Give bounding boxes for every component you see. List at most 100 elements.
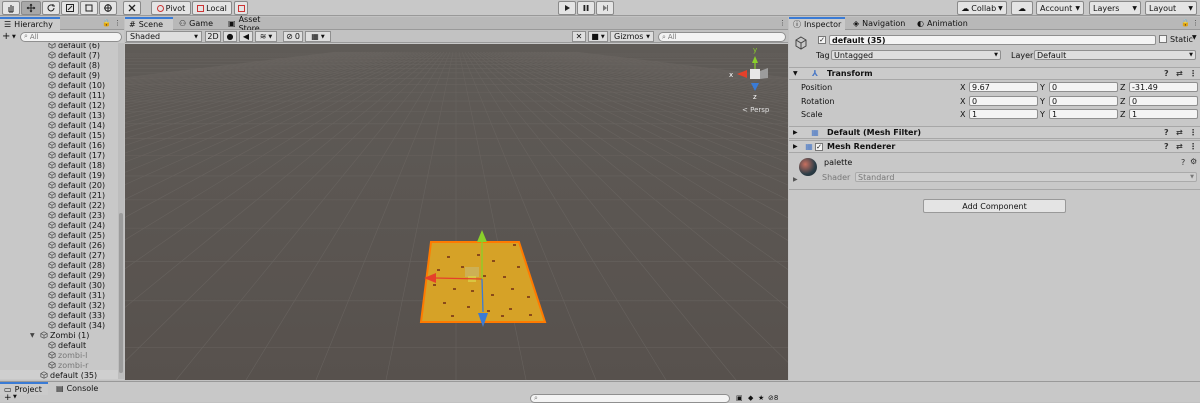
shader-dropdown[interactable]: Standard ▼ — [855, 172, 1197, 182]
mesh-renderer-header[interactable]: ▶ ▦ ✓ Mesh Renderer ? ⇄ ⋮ — [789, 140, 1200, 153]
mesh-renderer-checkbox[interactable]: ✓ — [815, 142, 823, 151]
chevron-down-icon[interactable]: ▼ — [1192, 34, 1197, 41]
step-button[interactable] — [596, 1, 614, 15]
hierarchy-item[interactable]: default (15) — [0, 130, 118, 140]
more-menu-icon[interactable]: ⋮ — [114, 19, 121, 27]
tab-inspector[interactable]: ⓘ Inspector — [789, 17, 845, 30]
scale-x-label[interactable]: X — [960, 110, 965, 119]
create-plus-icon[interactable]: + — [2, 31, 12, 42]
hierarchy-item-selected[interactable]: default (35) — [0, 370, 118, 379]
scale-z-label[interactable]: Z — [1120, 110, 1125, 119]
hierarchy-scroll-thumb[interactable] — [119, 213, 123, 373]
help-icon[interactable]: ? — [1164, 142, 1169, 151]
hierarchy-item[interactable]: default (26) — [0, 240, 118, 250]
filter-label-icon[interactable]: ◆ — [748, 394, 753, 402]
hierarchy-item[interactable]: default (12) — [0, 100, 118, 110]
custom-tool-button[interactable] — [123, 1, 141, 15]
hierarchy-child-item[interactable]: zombi-r — [0, 360, 118, 370]
hierarchy-child-item[interactable]: zombi-l — [0, 350, 118, 360]
material-sphere-icon[interactable] — [799, 158, 817, 176]
hierarchy-item[interactable]: default (6) — [0, 43, 118, 50]
rotation-x-field[interactable]: 0 — [969, 96, 1038, 106]
tab-asset-store[interactable]: ▣ Asset Store — [224, 15, 288, 33]
hierarchy-item[interactable]: default (34) — [0, 320, 118, 330]
hierarchy-item[interactable]: default (9) — [0, 70, 118, 80]
mesh-filter-header[interactable]: ▶ ▦ Default (Mesh Filter) ? ⇄ ⋮ — [789, 126, 1200, 139]
persp-label[interactable]: < Persp — [742, 106, 770, 114]
rotation-x-label[interactable]: X — [960, 97, 965, 106]
lighting-toggle[interactable]: ● — [223, 31, 237, 42]
lock-icon[interactable]: 🔒 — [102, 19, 111, 27]
scale-y-label[interactable]: Y — [1040, 110, 1045, 119]
hierarchy-child-item[interactable]: default — [0, 340, 118, 350]
help-icon[interactable]: ? — [1181, 158, 1185, 167]
hierarchy-item[interactable]: default (7) — [0, 50, 118, 60]
hierarchy-item[interactable]: default (8) — [0, 60, 118, 70]
grid-dropdown[interactable]: ▦ ▼ — [305, 31, 331, 42]
tab-scene[interactable]: # Scene — [125, 17, 173, 30]
tools-button[interactable]: ✕ — [572, 31, 586, 42]
object-name-field[interactable]: default (35) — [829, 35, 1156, 45]
snap-button[interactable] — [234, 1, 248, 15]
rotation-z-field[interactable]: 0 — [1129, 96, 1198, 106]
2d-toggle[interactable]: 2D — [205, 31, 221, 42]
hierarchy-item[interactable]: default (21) — [0, 190, 118, 200]
hierarchy-item[interactable]: default (29) — [0, 270, 118, 280]
hierarchy-item[interactable]: default (18) — [0, 160, 118, 170]
hierarchy-item[interactable]: default (33) — [0, 310, 118, 320]
hierarchy-item[interactable]: default (10) — [0, 80, 118, 90]
hierarchy-item[interactable]: default (24) — [0, 220, 118, 230]
rotation-z-label[interactable]: Z — [1120, 97, 1125, 106]
hierarchy-item[interactable]: default (32) — [0, 300, 118, 310]
hierarchy-item[interactable]: default (17) — [0, 150, 118, 160]
rect-tool-button[interactable] — [80, 1, 98, 15]
cloud-button[interactable]: ☁ — [1011, 1, 1033, 15]
more-menu-icon[interactable]: ⋮ — [779, 19, 786, 27]
hierarchy-item[interactable]: default (13) — [0, 110, 118, 120]
hierarchy-item[interactable]: default (20) — [0, 180, 118, 190]
tab-game[interactable]: ⚇ Game — [175, 17, 221, 30]
scene-search-input[interactable]: ⌕ All — [658, 32, 786, 42]
hidden-packages-toggle[interactable]: ⊘8 — [768, 394, 778, 402]
hierarchy-item[interactable]: default (23) — [0, 210, 118, 220]
account-dropdown[interactable]: Account ▼ — [1036, 1, 1084, 15]
pivot-center-handle[interactable] — [465, 267, 479, 277]
gear-icon[interactable]: ⚙ — [1190, 157, 1197, 166]
camera-dropdown[interactable]: ■ ▼ — [588, 31, 608, 42]
add-component-button[interactable]: Add Component — [923, 199, 1066, 213]
lock-icon[interactable]: 🔒 — [1181, 19, 1190, 27]
pause-button[interactable] — [577, 1, 595, 15]
hierarchy-item[interactable]: default (25) — [0, 230, 118, 240]
fold-arrow-icon[interactable]: ▼ — [30, 332, 38, 339]
position-x-field[interactable]: 9.67 — [969, 82, 1038, 92]
gizmos-dropdown[interactable]: Gizmos ▼ — [610, 31, 654, 42]
hierarchy-item[interactable]: default (28) — [0, 260, 118, 270]
tab-animation[interactable]: ◐ Animation — [913, 17, 973, 30]
hierarchy-item[interactable]: default (31) — [0, 290, 118, 300]
chevron-down-icon[interactable]: ▼ — [12, 34, 20, 40]
hierarchy-search-input[interactable]: ⌕ All — [20, 31, 122, 42]
hidden-objects-toggle[interactable]: ⊘ 0 — [283, 31, 303, 42]
tab-navigation[interactable]: ◈ Navigation — [849, 17, 911, 30]
orient-center-cube[interactable] — [750, 69, 760, 79]
position-y-field[interactable]: 0 — [1049, 82, 1118, 92]
scale-tool-button[interactable] — [61, 1, 79, 15]
chevron-down-icon[interactable]: ▼ — [13, 394, 17, 400]
layers-dropdown[interactable]: Layers ▼ — [1089, 1, 1141, 15]
fold-arrow-icon[interactable]: ▶ — [793, 176, 798, 183]
preset-icon[interactable]: ⇄ — [1176, 69, 1183, 78]
more-menu-icon[interactable]: ⋮ — [1189, 128, 1197, 137]
tag-dropdown[interactable]: Untagged ▼ — [831, 50, 1001, 60]
help-icon[interactable]: ? — [1164, 128, 1169, 137]
transform-tool-button[interactable] — [99, 1, 117, 15]
pivot-toggle[interactable]: Pivot — [151, 1, 191, 15]
preset-icon[interactable]: ⇄ — [1176, 128, 1183, 137]
effects-dropdown[interactable]: ≋ ▼ — [255, 31, 277, 42]
scale-x-field[interactable]: 1 — [969, 109, 1038, 119]
more-menu-icon[interactable]: ⋮ — [1189, 69, 1197, 78]
hierarchy-item-zombi[interactable]: ▼ Zombi (1) — [0, 330, 118, 340]
layout-dropdown[interactable]: Layout ▼ — [1145, 1, 1197, 15]
scene-viewport[interactable]: y x z < Persp — [125, 44, 788, 380]
collab-dropdown[interactable]: ☁ Collab ▼ — [957, 1, 1007, 15]
active-checkbox[interactable]: ✓ — [818, 36, 826, 44]
